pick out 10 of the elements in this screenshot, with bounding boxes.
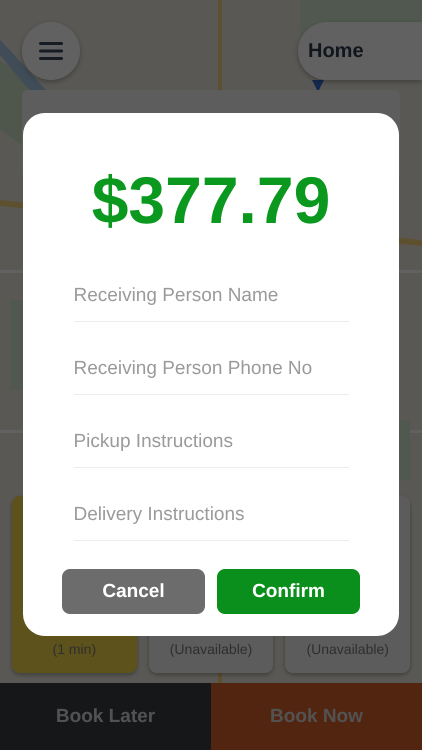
cancel-button[interactable]: Cancel [62, 569, 205, 614]
destination-button[interactable]: Home [298, 22, 422, 80]
input-field[interactable]: Pickup Instructions [74, 395, 348, 468]
confirm-button[interactable]: Confirm [217, 569, 360, 614]
price-label: $377.79 [92, 163, 330, 237]
input-field[interactable]: Receiving Person Name [74, 249, 348, 322]
book-now-button[interactable]: Book Now [211, 683, 422, 750]
menu-icon [39, 42, 63, 60]
input-field[interactable]: Receiving Person Phone No [74, 322, 348, 395]
input-field[interactable]: Delivery Instructions [74, 468, 348, 541]
